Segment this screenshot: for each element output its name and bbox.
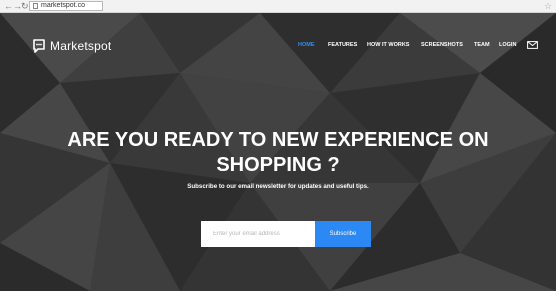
nav-item-screenshots[interactable]: SCREENSHOTS	[421, 39, 463, 51]
nav-item-features[interactable]: FEATURES	[328, 39, 357, 51]
star-icon[interactable]: ☆	[544, 1, 552, 11]
url-text: marketspot.co	[41, 2, 85, 9]
page-icon	[33, 3, 38, 9]
email-input[interactable]	[201, 221, 315, 247]
reload-icon[interactable]: ↻	[21, 1, 29, 11]
hero-section: Marketspot HOME FEATURES HOW IT WORKS SC…	[0, 13, 556, 291]
main-nav: HOME FEATURES HOW IT WORKS SCREENSHOTS T…	[0, 39, 556, 51]
hero-headline-line-1: ARE YOU READY TO NEW EXPERIENCE ON	[67, 129, 489, 151]
nav-item-team[interactable]: TEAM	[474, 39, 490, 51]
hero-subtitle: Subscribe to our email newsletter for up…	[187, 183, 369, 190]
hero-headline-line-2: SHOPPING ?	[216, 154, 340, 176]
browser-toolbar: ← → ↻ marketspot.co ☆	[0, 0, 556, 13]
nav-item-home[interactable]: HOME	[298, 39, 315, 51]
address-bar[interactable]: marketspot.co	[29, 1, 103, 11]
envelope-icon[interactable]	[527, 41, 538, 49]
subscribe-button[interactable]: Subscribe	[315, 221, 371, 247]
nav-item-login[interactable]: LOGIN	[499, 39, 516, 51]
nav-item-how-it-works[interactable]: HOW IT WORKS	[367, 39, 409, 51]
arrow-left-icon[interactable]: ←	[4, 1, 13, 11]
